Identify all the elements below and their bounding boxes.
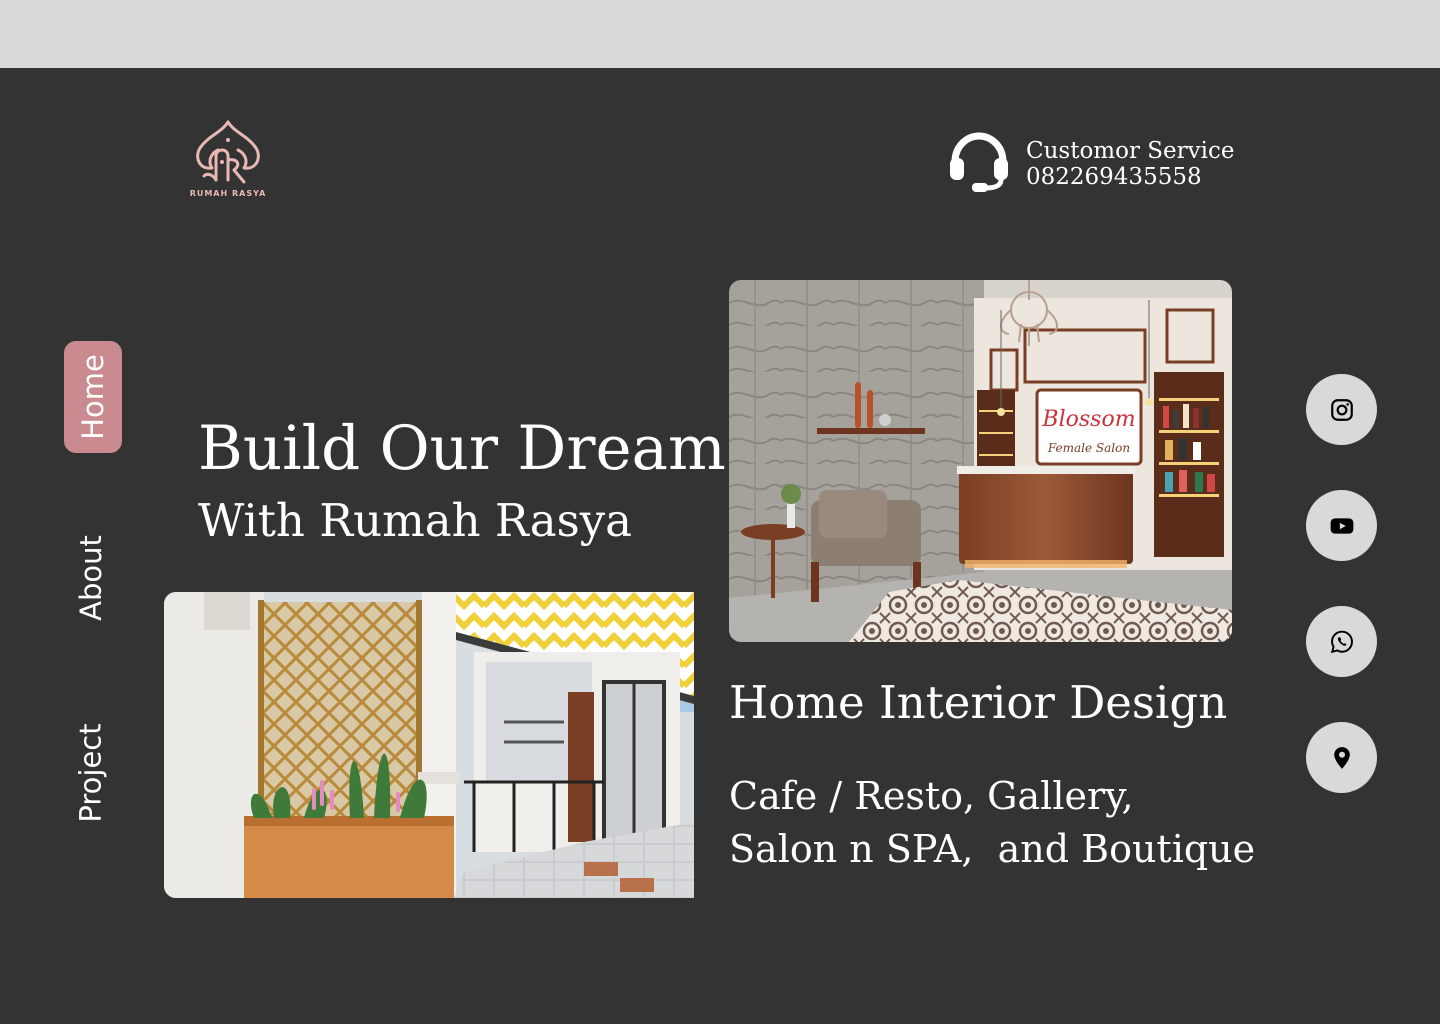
customer-service-label: Customor Service [1026,138,1235,164]
nav-project-label: Project [74,723,109,823]
hero-subtitle: With Rumah Rasya [198,494,632,547]
brand-name: RUMAH RASYA [189,189,267,198]
instagram-button[interactable] [1306,374,1377,445]
page-canvas: RUMAH RASYA Customor Service 08226943555… [0,68,1440,1024]
salon-interior-illustration: Blossom Female Salon [729,280,1232,642]
salon-sign-subtext: Female Salon [1047,441,1130,455]
whatsapp-icon [1330,630,1353,653]
nav-project[interactable]: Project [62,708,120,838]
customer-service-phone[interactable]: 082269435558 [1026,164,1202,190]
headset-icon [950,132,1008,192]
instagram-icon [1330,398,1353,421]
storefront-illustration [164,592,694,898]
location-button[interactable] [1306,722,1377,793]
top-bar [0,0,1440,68]
youtube-icon [1330,517,1353,534]
customer-service[interactable]: Customor Service 082269435558 [946,128,1236,198]
logo-emblem-icon [196,120,260,184]
services-description: Cafe / Resto, Gallery, Salon n SPA, and … [729,774,1256,871]
nav-about[interactable]: About [62,518,120,638]
nav-home-label: Home [76,354,111,440]
whatsapp-button[interactable] [1306,606,1377,677]
storefront-image[interactable] [164,592,694,898]
salon-interior-image[interactable]: Blossom Female Salon [729,280,1232,642]
youtube-button[interactable] [1306,490,1377,561]
nav-about-label: About [74,535,108,621]
services-title: Home Interior Design [729,676,1228,729]
nav-home[interactable]: Home [64,341,122,453]
brand-logo[interactable]: RUMAH RASYA [186,118,270,206]
location-pin-icon [1333,746,1350,769]
salon-sign-text: Blossom [1041,407,1135,432]
hero-title: Build Our Dream [198,413,726,484]
